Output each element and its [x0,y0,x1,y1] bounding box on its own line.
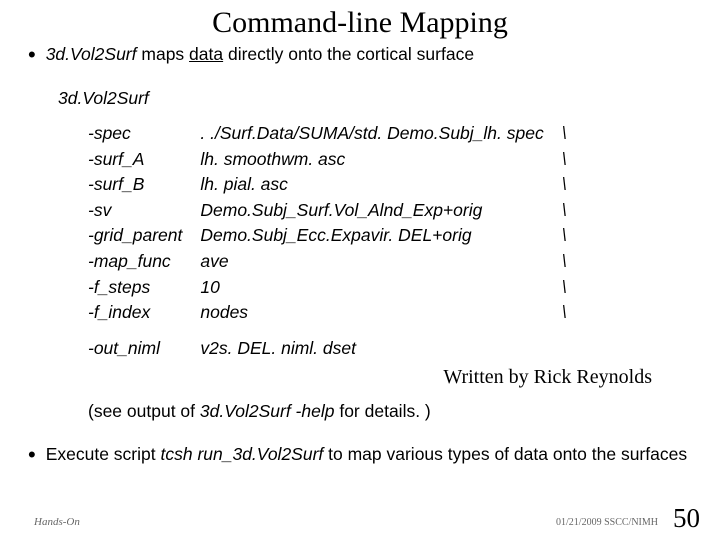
arg-flag: -out_niml [88,336,200,362]
footer: Hands-On 01/21/2009 SSCC/NIMH 50 [0,504,720,534]
arg-value: nodes [200,300,561,326]
arg-row: -surf_A lh. smoothwm. asc \ [88,147,567,173]
arg-row: -spec . ./Surf.Data/SUMA/std. Demo.Subj_… [88,121,567,147]
attribution: Written by Rick Reynolds [28,366,652,389]
arg-row: -sv Demo.Subj_Surf.Vol_Alnd_Exp+orig \ [88,198,567,224]
arg-value: lh. pial. asc [200,172,561,198]
arg-row: -f_index nodes \ [88,300,567,326]
arg-value: . ./Surf.Data/SUMA/std. Demo.Subj_lh. sp… [200,121,561,147]
slide: Command-line Mapping • 3d.Vol2Surf maps … [0,0,720,540]
bullet-1-text: 3d.Vol2Surf maps data directly onto the … [46,44,474,66]
bullet-2-pre: Execute script [46,444,161,464]
see-output-pre: (see output of [88,401,200,421]
arg-row-out: -out_niml v2s. DEL. niml. dset [88,336,567,362]
arg-flag: -f_steps [88,275,200,301]
arg-value: v2s. DEL. niml. dset [200,336,561,362]
arg-value: 10 [200,275,561,301]
arg-row: -map_func ave \ [88,249,567,275]
spacer-row [88,326,567,336]
bullet-dot-icon: • [28,46,36,64]
arg-value: Demo.Subj_Ecc.Expavir. DEL+orig [200,223,561,249]
arg-continuation: \ [562,198,567,224]
command-args-table: -spec . ./Surf.Data/SUMA/std. Demo.Subj_… [88,121,567,362]
arg-flag: -map_func [88,249,200,275]
bullet-dot-icon: • [28,446,36,464]
program-name: 3d.Vol2Surf [46,44,137,64]
bullet-2-script: tcsh run_3d.Vol2Surf [160,444,323,464]
arg-continuation: \ [562,275,567,301]
arg-continuation: \ [562,249,567,275]
arg-row: -f_steps 10 \ [88,275,567,301]
arg-flag: -surf_B [88,172,200,198]
bullet-2-text: Execute script tcsh run_3d.Vol2Surf to m… [46,444,687,466]
arg-continuation: \ [562,223,567,249]
footer-left: Hands-On [34,516,80,528]
footer-right: 01/21/2009 SSCC/NIMH [556,517,658,528]
bullet-2: • Execute script tcsh run_3d.Vol2Surf to… [28,444,692,466]
arg-continuation: \ [562,147,567,173]
page-number: 50 [673,503,700,534]
arg-continuation: \ [562,121,567,147]
bullet-1-underlined: data [189,44,223,64]
arg-continuation: \ [562,300,567,326]
bullet-1-frag-2: directly onto the cortical surface [223,44,474,64]
arg-continuation [562,336,567,362]
bullet-2-post: to map various types of data onto the su… [323,444,687,464]
arg-value: Demo.Subj_Surf.Vol_Alnd_Exp+orig [200,198,561,224]
arg-continuation: \ [562,172,567,198]
arg-flag: -spec [88,121,200,147]
arg-flag: -surf_A [88,147,200,173]
bullet-1-frag-1: maps [137,44,190,64]
slide-title: Command-line Mapping [28,6,692,40]
arg-value: lh. smoothwm. asc [200,147,561,173]
bullet-1: • 3d.Vol2Surf maps data directly onto th… [28,44,692,66]
see-output-note: (see output of 3d.Vol2Surf -help for det… [88,401,692,422]
see-output-post: for details. ) [334,401,430,421]
arg-flag: -f_index [88,300,200,326]
command-name: 3d.Vol2Surf [58,88,692,109]
arg-flag: -grid_parent [88,223,200,249]
command-block: -spec . ./Surf.Data/SUMA/std. Demo.Subj_… [88,121,692,362]
arg-value: ave [200,249,561,275]
arg-row: -grid_parent Demo.Subj_Ecc.Expavir. DEL+… [88,223,567,249]
arg-row: -surf_B lh. pial. asc \ [88,172,567,198]
arg-flag: -sv [88,198,200,224]
see-output-prog: 3d.Vol2Surf -help [200,401,335,421]
